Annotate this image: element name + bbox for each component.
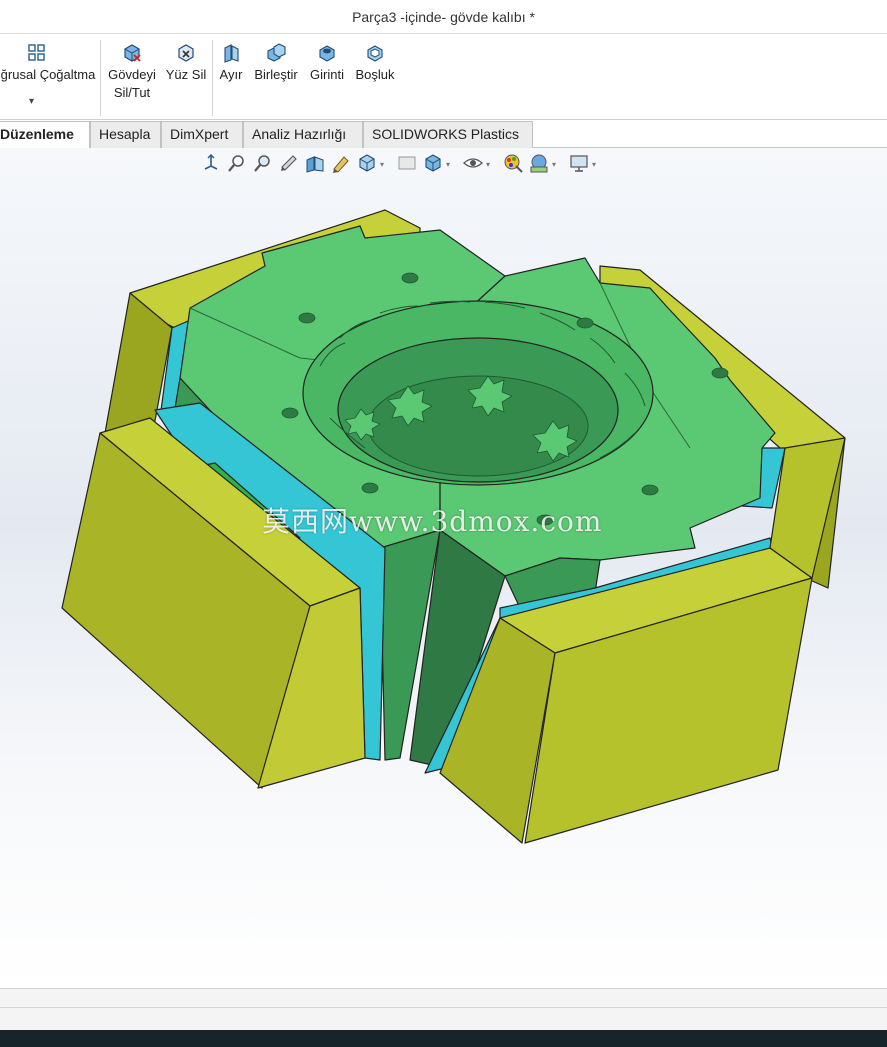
shell-icon bbox=[367, 45, 383, 62]
linear-pattern-icon bbox=[28, 44, 45, 61]
indent-label: Girinti bbox=[310, 67, 344, 82]
tab-analiz-hazirligi[interactable]: Analiz Hazırlığı bbox=[243, 121, 363, 148]
delete-keep-body-label-2: Sil/Tut bbox=[113, 85, 151, 100]
tab-hesapla[interactable]: Hesapla bbox=[90, 121, 161, 148]
linear-pattern-label: ğrusal Çoğaltma bbox=[0, 67, 96, 82]
combine-button[interactable]: Birleştir bbox=[250, 42, 302, 84]
os-taskbar bbox=[0, 1030, 887, 1047]
graphics-area[interactable]: ▾ ▾ ▾ ▾ ▾ 莫西网www.3dmox.com bbox=[0, 148, 887, 988]
ribbon-separator bbox=[212, 40, 213, 116]
status-bar-divider bbox=[0, 1007, 887, 1008]
split-icon bbox=[224, 44, 239, 63]
tab-dimxpert[interactable]: DimXpert bbox=[161, 121, 243, 148]
delete-keep-body-button[interactable]: Gövdeyi Sil/Tut bbox=[104, 42, 160, 102]
linear-pattern-button[interactable]: ğrusal Çoğaltma bbox=[0, 42, 98, 84]
split-label: Ayır bbox=[219, 67, 243, 82]
delete-body-icon bbox=[124, 44, 141, 62]
mold-3d-model[interactable] bbox=[0, 148, 887, 988]
shell-label: Boşluk bbox=[355, 67, 395, 82]
title-bar: Parça3 -içinde- gövde kalıbı * bbox=[0, 0, 887, 34]
window-title: Parça3 -içinde- gövde kalıbı * bbox=[352, 9, 535, 25]
delete-face-label: Yüz Sil bbox=[165, 67, 207, 82]
combine-label: Birleştir bbox=[254, 67, 298, 82]
shell-button[interactable]: Boşluk bbox=[352, 42, 398, 84]
delete-face-icon bbox=[178, 44, 194, 62]
split-button[interactable]: Ayır bbox=[215, 42, 247, 84]
indent-button[interactable]: Girinti bbox=[304, 42, 350, 84]
delete-keep-body-label-1: Gövdeyi bbox=[108, 67, 156, 82]
combine-icon bbox=[267, 43, 286, 62]
chevron-down-icon[interactable]: ▾ bbox=[29, 96, 34, 107]
command-manager-ribbon: ğrusal Çoğaltma ▾ Gövdeyi Sil/Tut Yüz Si… bbox=[0, 34, 887, 120]
watermark-text: 莫西网www.3dmox.com bbox=[262, 505, 603, 538]
tab-solidworks-plastics[interactable]: SOLIDWORKS Plastics bbox=[363, 121, 533, 148]
indent-icon bbox=[319, 45, 335, 62]
ribbon-separator bbox=[100, 40, 101, 116]
command-tabs: Düzenleme Hesapla DimXpert Analiz Hazırl… bbox=[0, 120, 887, 148]
tab-duzenleme[interactable]: Düzenleme bbox=[0, 121, 90, 148]
status-bar bbox=[0, 988, 887, 1030]
delete-face-button[interactable]: Yüz Sil bbox=[163, 42, 209, 84]
